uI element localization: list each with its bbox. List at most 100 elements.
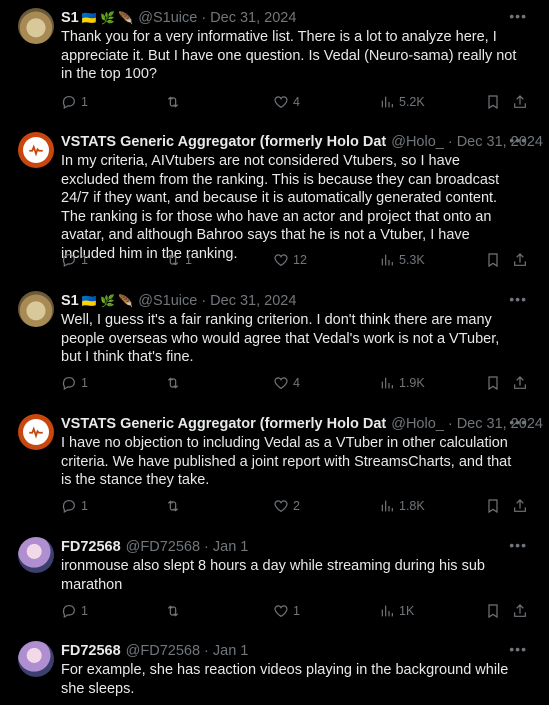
tweet[interactable]: FD72568 @FD72568 · Jan 1 ••• For example…: [0, 641, 549, 705]
tweet[interactable]: VSTATS Generic Aggregator (formerly Holo…: [0, 414, 549, 522]
reply-button[interactable]: 1: [61, 94, 88, 110]
tweet[interactable]: S1 🇺🇦 🌿 🪶 @S1uice · Dec 31, 2024 ••• Wel…: [0, 291, 549, 399]
retweet-button[interactable]: [165, 498, 185, 514]
view-count: 1.8K: [399, 499, 425, 513]
reply-button[interactable]: 1: [61, 252, 88, 268]
view-count: 5.3K: [399, 253, 425, 267]
like-button[interactable]: 2: [273, 498, 300, 514]
share-button[interactable]: [512, 603, 528, 619]
tweet-date[interactable]: Dec 31, 2024: [457, 416, 543, 432]
reply-button[interactable]: 1: [61, 375, 88, 391]
views-icon: [381, 254, 393, 266]
reply-button[interactable]: 1: [61, 498, 88, 514]
tweet-date[interactable]: Jan 1: [213, 643, 248, 659]
author-emoji: 🇺🇦 🌿 🪶: [81, 294, 134, 308]
retweet-icon: [167, 377, 179, 389]
share-button[interactable]: [512, 375, 528, 391]
author-handle[interactable]: @Holo_: [391, 134, 444, 150]
reply-count: 1: [81, 604, 88, 618]
bookmark-button[interactable]: [485, 252, 501, 268]
views-button[interactable]: 1K: [379, 603, 414, 619]
tweet-text: I have no objection to including Vedal a…: [61, 435, 512, 488]
bookmark-button[interactable]: [485, 603, 501, 619]
share-button[interactable]: [512, 94, 528, 110]
share-icon: [514, 376, 526, 389]
bookmark-button[interactable]: [485, 498, 501, 514]
retweet-icon: [167, 500, 179, 512]
bookmark-button[interactable]: [485, 94, 501, 110]
share-button[interactable]: [512, 498, 528, 514]
views-button[interactable]: 5.3K: [379, 252, 425, 268]
author-name[interactable]: S1: [61, 10, 79, 26]
views-icon: [381, 605, 393, 617]
heart-icon: [274, 500, 288, 513]
more-options-icon[interactable]: •••: [509, 132, 527, 148]
separator-dot: ·: [201, 10, 207, 26]
more-options-icon[interactable]: •••: [509, 537, 527, 553]
like-button[interactable]: 4: [273, 375, 300, 391]
share-button[interactable]: [512, 252, 528, 268]
share-icon: [514, 499, 526, 512]
like-count: 12: [293, 253, 307, 267]
retweet-button[interactable]: [165, 603, 185, 619]
bookmark-icon: [488, 604, 498, 619]
tweet-text: In my criteria, AIVtubers are not consid…: [61, 153, 500, 262]
tweet-date[interactable]: Dec 31, 2024: [210, 10, 296, 26]
retweet-button[interactable]: [165, 94, 185, 110]
author-handle[interactable]: @FD72568: [126, 539, 200, 555]
more-options-icon[interactable]: •••: [509, 8, 527, 24]
like-button[interactable]: 12: [273, 252, 307, 268]
bookmark-button[interactable]: [485, 375, 501, 391]
separator-dot: ·: [204, 643, 209, 659]
retweet-button[interactable]: 1: [165, 252, 192, 268]
tweet-actions: 1 2 1.8K: [61, 498, 531, 518]
more-options-icon[interactable]: •••: [509, 641, 527, 657]
author-handle[interactable]: @FD72568: [126, 643, 200, 659]
bookmark-icon: [488, 253, 498, 268]
tweet[interactable]: VSTATS Generic Aggregator (formerly Holo…: [0, 132, 549, 277]
tweet-text: ironmouse also slept 8 hours a day while…: [61, 558, 485, 593]
reply-icon: [62, 500, 75, 514]
retweet-count: 1: [185, 253, 192, 267]
views-button[interactable]: 1.8K: [379, 498, 425, 514]
avatar[interactable]: [18, 641, 54, 677]
view-count: 1K: [399, 604, 415, 618]
views-button[interactable]: 5.2K: [379, 94, 425, 110]
like-button[interactable]: 4: [273, 94, 300, 110]
separator-dot: ·: [204, 539, 209, 555]
author-name[interactable]: VSTATS Generic Aggregator (formerly Holo…: [61, 416, 386, 432]
author-handle[interactable]: @S1uice: [138, 10, 197, 26]
tweet-date[interactable]: Jan 1: [213, 539, 248, 555]
tweet-text: Thank you for a very informative list. T…: [61, 29, 517, 82]
tweet-date[interactable]: Dec 31, 2024: [457, 134, 543, 150]
avatar[interactable]: [18, 537, 54, 573]
author-emoji: 🇺🇦 🌿 🪶: [81, 11, 134, 25]
avatar[interactable]: [18, 132, 54, 168]
author-name[interactable]: FD72568: [61, 643, 121, 659]
retweet-icon: [167, 96, 179, 108]
author-name[interactable]: VSTATS Generic Aggregator (formerly Holo…: [61, 134, 386, 150]
more-options-icon[interactable]: •••: [509, 414, 527, 430]
author-name[interactable]: S1: [61, 293, 79, 309]
tweet-date[interactable]: Dec 31, 2024: [210, 293, 296, 309]
reply-button[interactable]: 1: [61, 603, 88, 619]
author-handle[interactable]: @Holo_: [391, 416, 444, 432]
reply-count: 1: [81, 499, 88, 513]
views-button[interactable]: 1.9K: [379, 375, 425, 391]
avatar[interactable]: [18, 291, 54, 327]
like-button[interactable]: 1: [273, 603, 300, 619]
bookmark-icon: [488, 376, 498, 391]
views-icon: [381, 377, 393, 389]
more-options-icon[interactable]: •••: [509, 291, 527, 307]
tweet[interactable]: FD72568 @FD72568 · Jan 1 ••• ironmouse a…: [0, 537, 549, 627]
author-handle[interactable]: @S1uice: [138, 293, 197, 309]
author-name[interactable]: FD72568: [61, 539, 121, 555]
retweet-icon: [167, 605, 179, 617]
tweet[interactable]: S1 🇺🇦 🌿 🪶 @S1uice · Dec 31, 2024 ••• Tha…: [0, 8, 549, 123]
retweet-button[interactable]: [165, 375, 185, 391]
heart-icon: [274, 605, 288, 618]
avatar[interactable]: [18, 8, 54, 44]
heart-icon: [274, 377, 288, 390]
tweet-actions: 1 1 12 5.3K: [61, 252, 531, 272]
avatar[interactable]: [18, 414, 54, 450]
